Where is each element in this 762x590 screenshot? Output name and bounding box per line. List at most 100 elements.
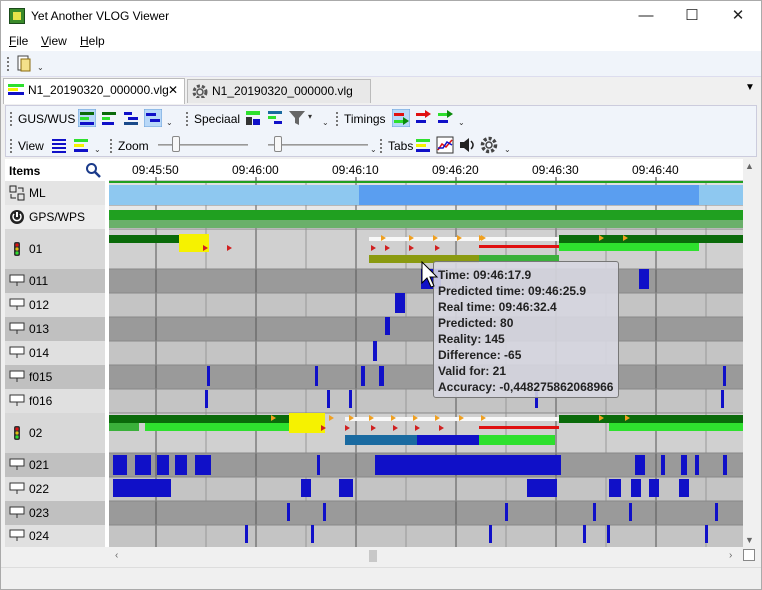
- row-label-013[interactable]: 013: [5, 317, 105, 341]
- det-021-block: [195, 455, 211, 475]
- det-024-block: [311, 525, 314, 543]
- zoom-slider-1-thumb[interactable]: [172, 136, 180, 152]
- speciaal-overflow-caret[interactable]: ⌄: [322, 118, 329, 127]
- vlog-grid: Items ML GPS/WPS 01 011 012 013 014 f015 f016 02 0…: [5, 159, 757, 565]
- menu-file[interactable]: File: [9, 34, 28, 48]
- det-024-block: [245, 525, 248, 543]
- det-014-block: [373, 341, 377, 361]
- det-021-block: [157, 455, 169, 475]
- row-label-f016[interactable]: f016: [5, 389, 105, 413]
- power-icon: [9, 209, 25, 224]
- timing-green-arrow-icon[interactable]: [392, 109, 410, 127]
- scroll-up-icon[interactable]: ▲: [745, 161, 754, 171]
- open-file-icon[interactable]: [15, 55, 33, 73]
- gus-all-icon[interactable]: [78, 109, 96, 127]
- timing-tooltip: Time: 09:46:17.9 Predicted time: 09:46:2…: [433, 261, 619, 398]
- toolbar-grip[interactable]: [110, 139, 113, 153]
- row-label-f015[interactable]: f015: [5, 365, 105, 389]
- timing-green-icon[interactable]: [436, 109, 454, 127]
- filter-icon[interactable]: [288, 109, 306, 127]
- toolbar-grip[interactable]: [336, 112, 339, 126]
- row-label-text: ML: [29, 186, 46, 200]
- row-label-012[interactable]: 012: [5, 293, 105, 317]
- tab-close-icon[interactable]: ✕: [168, 79, 178, 101]
- row-label-023[interactable]: 023: [5, 501, 105, 525]
- det-023-block: [287, 503, 290, 521]
- toolbar-grip[interactable]: [7, 57, 10, 71]
- ml-band-segment: [289, 185, 359, 205]
- menu-help-label: elp: [88, 34, 105, 48]
- tab-document-2-label: N1_20190320_000000.vlg: [212, 84, 353, 98]
- tab-list-menu-icon[interactable]: ▼: [745, 82, 755, 93]
- toolbar-grip[interactable]: [10, 139, 13, 153]
- wus-blue-icon[interactable]: [144, 109, 162, 127]
- gus-blue-icon[interactable]: [122, 109, 140, 127]
- minimize-button[interactable]: —: [623, 1, 669, 31]
- settings-gear-icon[interactable]: [480, 136, 498, 154]
- toolbar-overflow-caret[interactable]: ⌄: [37, 63, 44, 72]
- horizontal-scrollbar[interactable]: ‹ ›: [5, 547, 757, 565]
- gps-band-bottom: [109, 220, 743, 228]
- close-button[interactable]: ✕: [715, 1, 761, 31]
- zoom-overflow-caret[interactable]: ⌄: [370, 145, 377, 154]
- title-bar: Yet Another VLOG Viewer — ☐ ✕: [1, 1, 761, 31]
- view-colored-icon[interactable]: [72, 136, 90, 154]
- det-f015-block: [315, 366, 318, 386]
- signal-02-yellow: [289, 413, 325, 433]
- row-label-024[interactable]: 024: [5, 525, 105, 547]
- scroll-down-icon[interactable]: ▼: [745, 535, 754, 545]
- toolbar-grip[interactable]: [186, 112, 189, 126]
- det-024-block: [583, 525, 586, 543]
- tabs-bars-icon[interactable]: [414, 136, 432, 154]
- horizontal-scroll-thumb[interactable]: [369, 550, 377, 562]
- document-tab-bar: N1_20190320_000000.vlg ✕ N1_20190320_000…: [1, 77, 761, 104]
- traffic-light-icon: [9, 241, 25, 256]
- row-label-014[interactable]: 014: [5, 341, 105, 365]
- timing-red-arrow-icon[interactable]: [414, 109, 432, 127]
- signal-02-light-green: [145, 423, 291, 431]
- timeline-row-bg: [109, 341, 743, 365]
- timings-overflow-caret[interactable]: ⌄: [458, 118, 465, 127]
- det-022-block: [649, 479, 659, 497]
- view-label: View: [18, 139, 44, 153]
- speaker-icon[interactable]: [458, 136, 476, 154]
- view-lines-icon[interactable]: [50, 136, 68, 154]
- vertical-scrollbar[interactable]: ▲ ▼: [743, 159, 757, 547]
- filter-dropdown-caret[interactable]: ▾: [308, 112, 314, 121]
- gus-overflow-caret[interactable]: ⌄: [166, 118, 173, 127]
- signal-02-light-green-2: [609, 423, 743, 431]
- scroll-left-icon[interactable]: ‹: [115, 550, 118, 561]
- det-f015-block: [379, 366, 384, 386]
- tab-document-2[interactable]: N1_20190320_000000.vlg: [187, 79, 371, 103]
- speciaal-bars-icon[interactable]: [244, 109, 262, 127]
- tabs-overflow-caret[interactable]: ⌄: [504, 145, 511, 154]
- gus-green-icon[interactable]: [100, 109, 118, 127]
- row-label-022[interactable]: 022: [5, 477, 105, 501]
- det-021-block: [695, 455, 699, 475]
- row-label-02[interactable]: 02: [5, 413, 105, 453]
- scroll-right-icon[interactable]: ›: [729, 550, 732, 561]
- zoom-slider-2-thumb[interactable]: [274, 136, 282, 152]
- det-022-block: [679, 479, 689, 497]
- timeline-canvas[interactable]: 09:45:50 09:46:00 09:46:10 09:46:20 09:46:30…: [109, 159, 743, 547]
- speciaal-lines-icon[interactable]: [266, 109, 284, 127]
- search-icon[interactable]: [85, 162, 101, 178]
- det-021-block: [661, 455, 665, 475]
- row-label-011[interactable]: 011: [5, 269, 105, 293]
- chart-icon[interactable]: [436, 136, 454, 154]
- signal-01-red: [479, 245, 559, 248]
- ml-icon: [9, 185, 25, 201]
- maximize-button[interactable]: ☐: [669, 1, 715, 31]
- row-label-ml[interactable]: ML: [5, 181, 105, 205]
- row-label-gps-wps[interactable]: GPS/WPS: [5, 205, 105, 229]
- tab-document-1[interactable]: N1_20190320_000000.vlg ✕: [3, 78, 185, 104]
- menu-view[interactable]: View: [41, 34, 67, 48]
- main-toolbar: ⌄: [1, 51, 761, 77]
- toolbar-grip[interactable]: [380, 139, 383, 153]
- toolbar-grip[interactable]: [10, 112, 13, 126]
- row-label-021[interactable]: 021: [5, 453, 105, 477]
- view-overflow-caret[interactable]: ⌄: [94, 145, 101, 154]
- menu-help[interactable]: Help: [80, 34, 105, 48]
- row-label-01[interactable]: 01: [5, 229, 105, 269]
- zoom-slider-2[interactable]: [268, 144, 368, 146]
